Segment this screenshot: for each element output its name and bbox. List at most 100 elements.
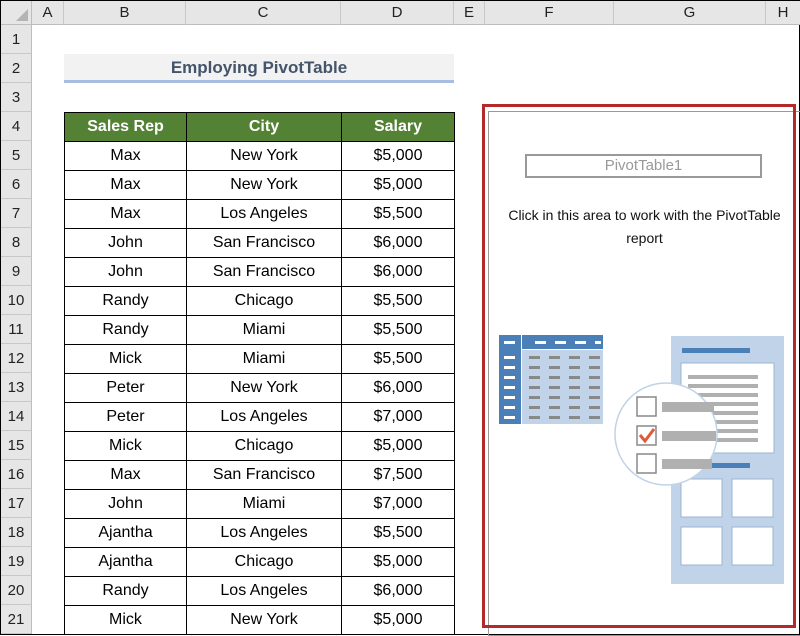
cell-city[interactable]: New York [186,605,342,635]
cell-sales-rep[interactable]: Mick [64,344,187,374]
header-salary[interactable]: Salary [341,112,455,142]
cell-city[interactable]: Los Angeles [186,518,342,548]
table-row: Peter Los Angeles $7,000 [64,402,455,432]
row-header-9[interactable]: 9 [1,257,32,286]
cell-salary[interactable]: $5,500 [341,315,455,345]
row-header-20[interactable]: 20 [1,576,32,605]
cell-sales-rep[interactable]: Peter [64,402,187,432]
cell-city[interactable]: San Francisco [186,257,342,287]
row-header-7[interactable]: 7 [1,199,32,228]
table-row: Randy Los Angeles $6,000 [64,576,455,606]
cell-city[interactable]: New York [186,170,342,200]
cell-sales-rep[interactable]: Peter [64,373,187,403]
row-header-21[interactable]: 21 [1,605,32,634]
cell-city[interactable]: Miami [186,344,342,374]
row-header-18[interactable]: 18 [1,518,32,547]
column-header-F[interactable]: F [485,1,614,25]
table-row: Peter New York $6,000 [64,373,455,403]
cell-city[interactable]: Chicago [186,547,342,577]
row-header-19[interactable]: 19 [1,547,32,576]
cell-sales-rep[interactable]: Mick [64,431,187,461]
pivot-table-name: PivotTable1 [525,154,762,178]
cell-salary[interactable]: $5,500 [341,199,455,229]
cell-salary[interactable]: $5,500 [341,518,455,548]
select-all-corner[interactable] [1,1,32,25]
cell-city[interactable]: San Francisco [186,460,342,490]
cell-sales-rep[interactable]: Max [64,170,187,200]
row-header-5[interactable]: 5 [1,141,32,170]
header-sales-rep[interactable]: Sales Rep [64,112,187,142]
cell-city[interactable]: Los Angeles [186,199,342,229]
cell-sales-rep[interactable]: Max [64,199,187,229]
cell-sales-rep[interactable]: Randy [64,315,187,345]
column-header-B[interactable]: B [64,1,186,25]
column-header-C[interactable]: C [186,1,341,25]
cell-sales-rep[interactable]: John [64,489,187,519]
row-header-4[interactable]: 4 [1,112,32,141]
cell-sales-rep[interactable]: Ajantha [64,547,187,577]
row-header-12[interactable]: 12 [1,344,32,373]
cell-salary[interactable]: $6,000 [341,257,455,287]
row-header-17[interactable]: 17 [1,489,32,518]
cell-city[interactable]: Chicago [186,431,342,461]
cell-salary[interactable]: $5,000 [341,141,455,171]
row-header-1[interactable]: 1 [1,25,32,54]
row-header-13[interactable]: 13 [1,373,32,402]
cell-salary[interactable]: $5,000 [341,547,455,577]
cell-salary[interactable]: $5,000 [341,431,455,461]
cell-salary[interactable]: $5,500 [341,286,455,316]
table-row: Mick Miami $5,500 [64,344,455,374]
column-header-D[interactable]: D [341,1,454,25]
cell-sales-rep[interactable]: Randy [64,576,187,606]
cell-sales-rep[interactable]: John [64,257,187,287]
table-row: Max San Francisco $7,500 [64,460,455,490]
cell-city[interactable]: Miami [186,489,342,519]
table-row: John San Francisco $6,000 [64,257,455,287]
row-header-14[interactable]: 14 [1,402,32,431]
column-header-H[interactable]: H [766,1,800,25]
cell-city[interactable]: San Francisco [186,228,342,258]
row-header-2[interactable]: 2 [1,54,32,83]
table-row: Mick New York $5,000 [64,605,455,635]
cell-salary[interactable]: $6,000 [341,576,455,606]
table-row: Ajantha Chicago $5,000 [64,547,455,577]
cell-salary[interactable]: $6,000 [341,373,455,403]
row-header-15[interactable]: 15 [1,431,32,460]
column-header-G[interactable]: G [614,1,766,25]
cell-salary[interactable]: $5,000 [341,170,455,200]
cell-sales-rep[interactable]: Max [64,460,187,490]
column-header-A[interactable]: A [32,1,64,25]
cell-sales-rep[interactable]: Mick [64,605,187,635]
cell-salary[interactable]: $6,000 [341,228,455,258]
cell-city[interactable]: Los Angeles [186,576,342,606]
row-header-3[interactable]: 3 [1,83,32,112]
row-header-16[interactable]: 16 [1,460,32,489]
grid-icon [499,335,603,424]
cell-salary[interactable]: $7,000 [341,489,455,519]
cell-sales-rep[interactable]: Max [64,141,187,171]
cell-sales-rep[interactable]: Randy [64,286,187,316]
cell-salary[interactable]: $7,500 [341,460,455,490]
cell-salary[interactable]: $5,000 [341,605,455,635]
row-header-6[interactable]: 6 [1,170,32,199]
cell-sales-rep[interactable]: John [64,228,187,258]
cell-city[interactable]: Los Angeles [186,402,342,432]
cell-salary[interactable]: $5,500 [341,344,455,374]
header-city[interactable]: City [186,112,342,142]
cell-city[interactable]: New York [186,141,342,171]
table-row: John Miami $7,000 [64,489,455,519]
column-header-E[interactable]: E [454,1,485,25]
table-row: Max New York $5,000 [64,170,455,200]
row-header-11[interactable]: 11 [1,315,32,344]
table-row: John San Francisco $6,000 [64,228,455,258]
row-header-8[interactable]: 8 [1,228,32,257]
sheet-title: Employing PivotTable [64,54,454,83]
cell-city[interactable]: Miami [186,315,342,345]
cell-salary[interactable]: $7,000 [341,402,455,432]
cell-city[interactable]: Chicago [186,286,342,316]
cell-sales-rep[interactable]: Ajantha [64,518,187,548]
table-row: Randy Miami $5,500 [64,315,455,345]
row-header-10[interactable]: 10 [1,286,32,315]
table-row: Max Los Angeles $5,500 [64,199,455,229]
cell-city[interactable]: New York [186,373,342,403]
